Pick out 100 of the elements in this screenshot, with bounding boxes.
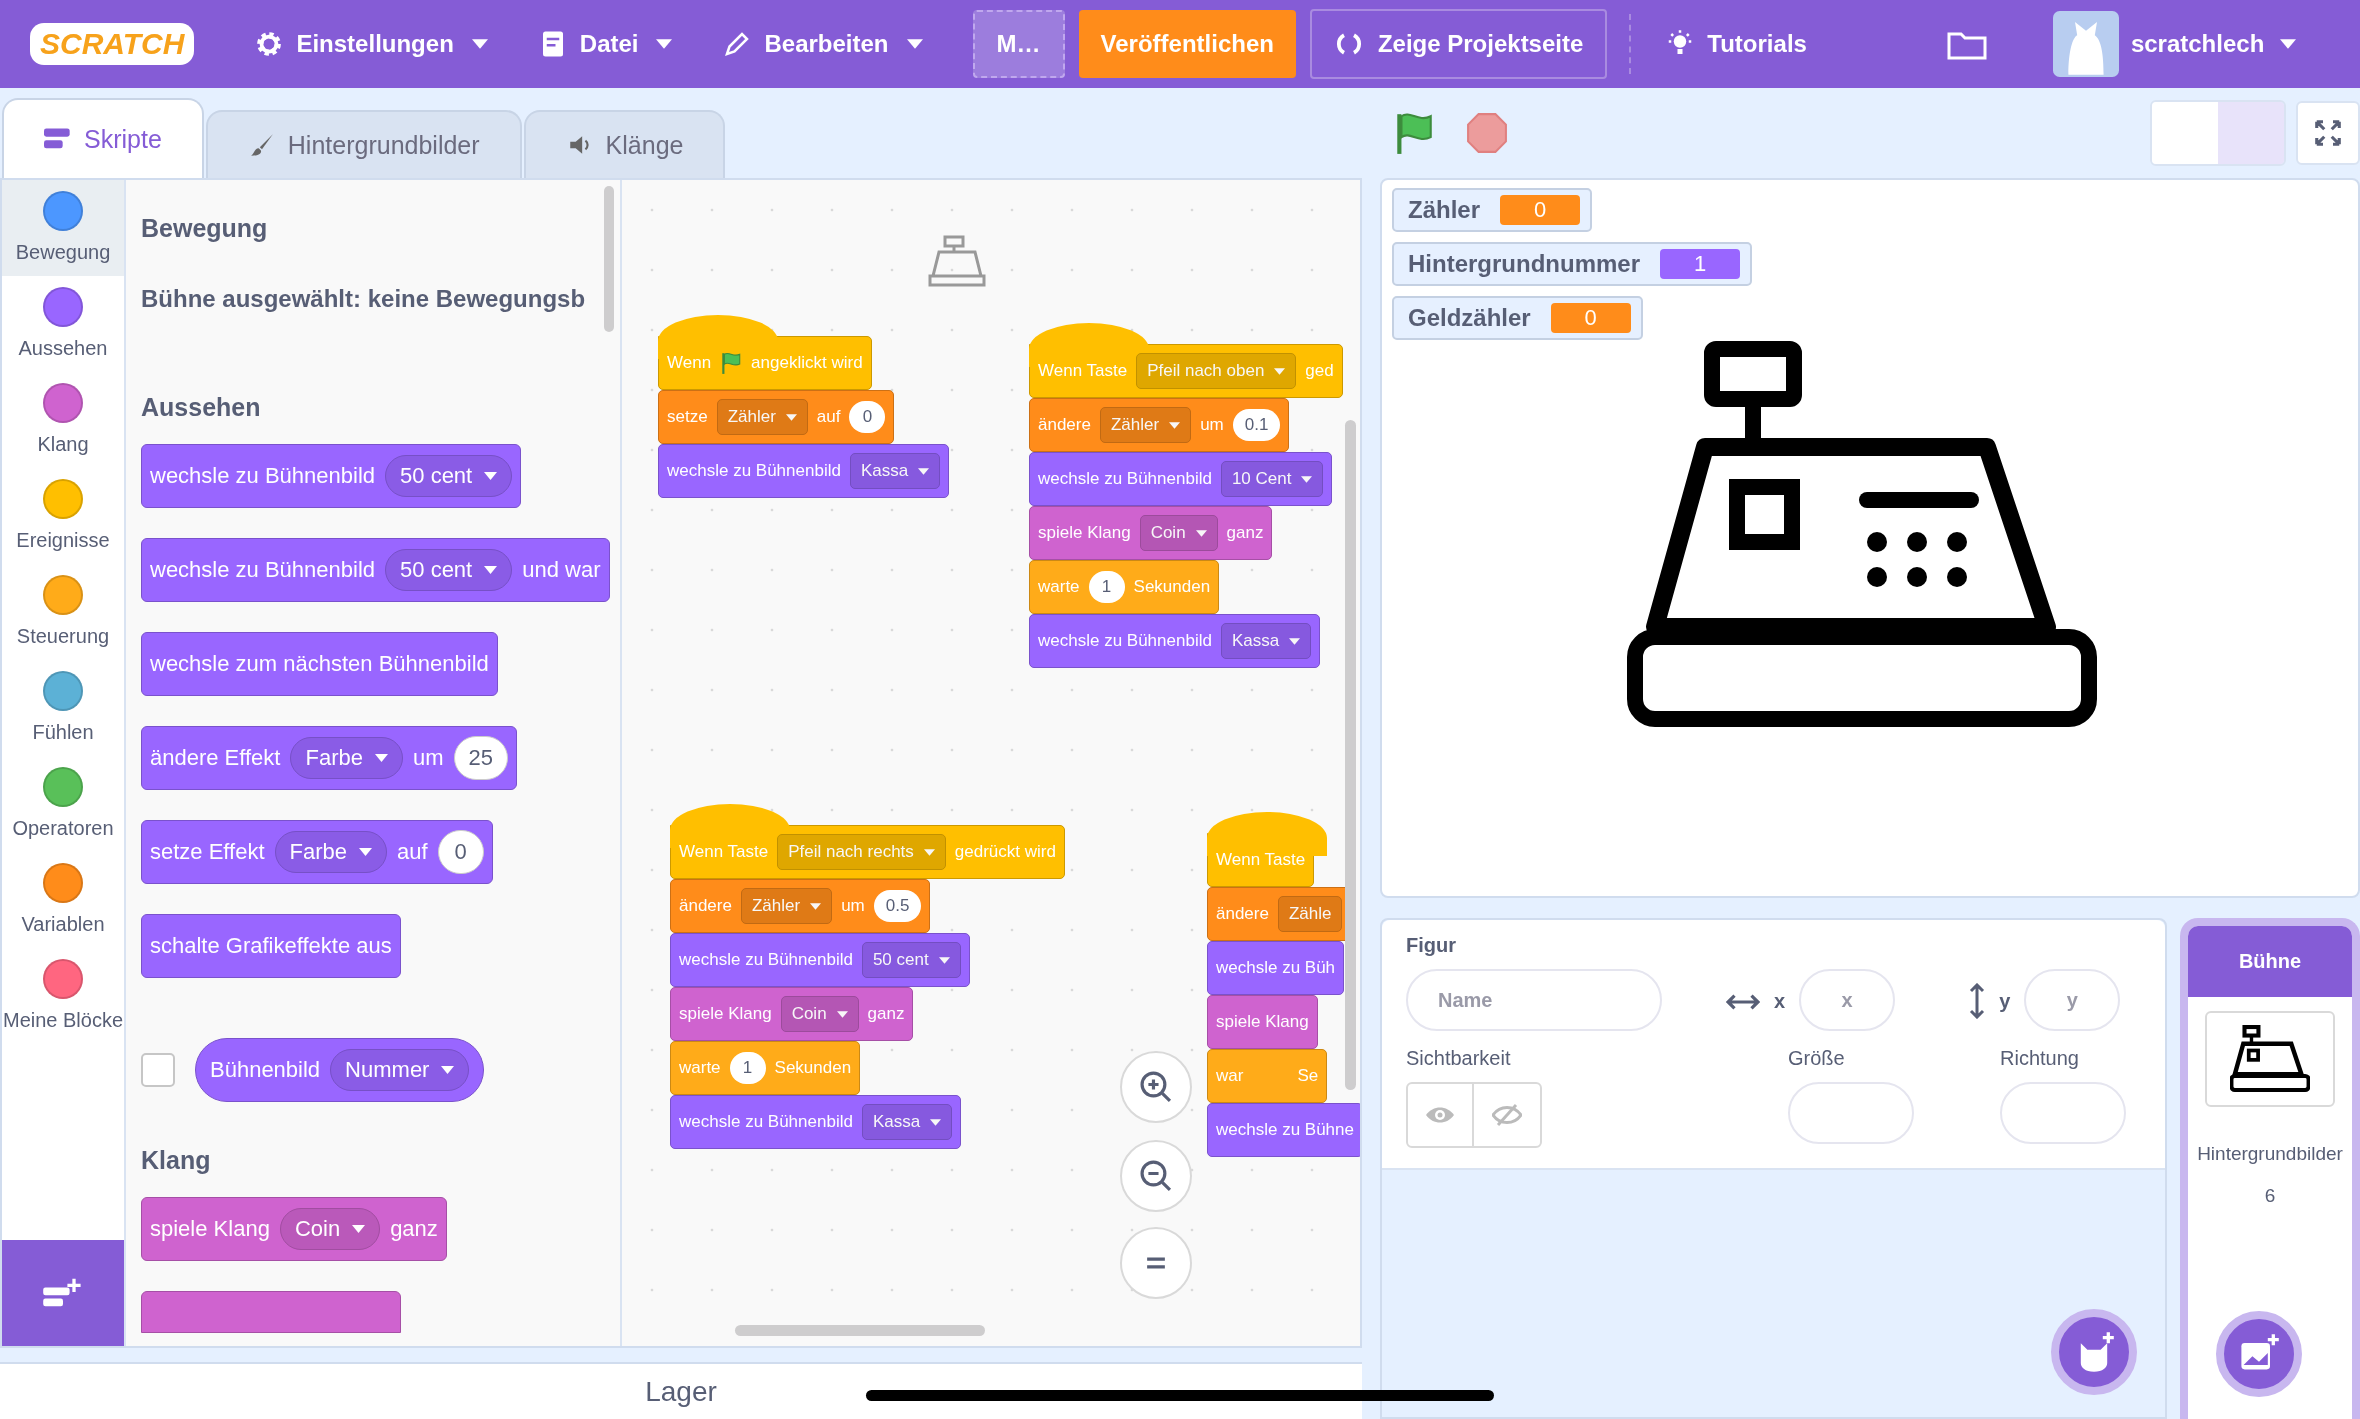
y-field[interactable]: y — [2024, 969, 2121, 1031]
code-block[interactable]: spiele Klang Coin ganz — [670, 987, 914, 1041]
block-dropdown[interactable]: Zähler — [716, 399, 808, 435]
code-block[interactable]: warte 1 Sekunden — [670, 1041, 861, 1095]
tutorials-button[interactable]: Tutorials — [1665, 29, 1807, 59]
avatar-icon[interactable] — [2052, 11, 2119, 77]
category-item[interactable]: Aussehen — [2, 276, 124, 372]
publish-button[interactable]: Veröffentlichen — [1078, 10, 1296, 78]
editor-tab[interactable]: Skripte — [2, 98, 204, 178]
category-item[interactable]: Ereignisse — [2, 468, 124, 564]
code-block[interactable]: wechsle zum nächsten Bühnenbild — [141, 632, 498, 696]
code-block[interactable]: spiele Klang Coin ganz — [1029, 506, 1273, 560]
number-input[interactable]: 1 — [729, 1052, 766, 1084]
checkbox[interactable] — [141, 1053, 175, 1087]
block-label: wechsle zu Bühnenbild — [150, 463, 376, 489]
reporter-block[interactable]: Bühnenbild Nummer — [195, 1038, 485, 1102]
block-label: wechsle zu Bühne — [1216, 1120, 1354, 1140]
block-dropdown[interactable]: 50 cent — [861, 942, 961, 978]
backpack-bar[interactable]: Lager — [0, 1362, 1362, 1419]
number-input[interactable]: 0 — [437, 830, 484, 874]
code-block[interactable]: wechsle zu Bühnenbild Kassa — [658, 444, 950, 498]
menu-item[interactable]: Einstellungen — [254, 29, 488, 59]
code-block[interactable]: setze Effekt Farbe auf 0 — [141, 820, 493, 884]
number-input[interactable]: 0.5 — [873, 890, 922, 922]
block-label: setze — [667, 407, 708, 427]
code-block[interactable]: wechsle zu Bühnenbild Kassa — [670, 1095, 962, 1149]
category-item[interactable]: Steuerung — [2, 564, 124, 660]
block-dropdown[interactable]: Zähler — [1099, 407, 1192, 443]
backdrop-thumbnail[interactable] — [2205, 1011, 2335, 1107]
block-dropdown[interactable]: Farbe — [274, 831, 388, 873]
caret-icon — [352, 1225, 366, 1233]
code-block[interactable]: spiele Klang — [1207, 995, 1318, 1049]
backdrops-count: 6 — [2264, 1185, 2276, 1207]
editor-tab[interactable]: Klänge — [523, 110, 726, 178]
code-block[interactable]: warte 1 Sekunden — [1029, 560, 1220, 614]
stage-pane-header[interactable]: Bühne — [2188, 926, 2352, 997]
caret-icon — [923, 848, 935, 856]
block-dropdown[interactable]: 50 cent — [385, 549, 513, 591]
y-label: y — [1999, 990, 2011, 1013]
number-input[interactable]: 0 — [849, 401, 886, 433]
category-item[interactable]: Meine Blöcke — [2, 948, 124, 1044]
code-block[interactable]: wechsle zu Bühnenbild 50 cent — [670, 933, 970, 987]
scrollbar[interactable] — [604, 186, 614, 332]
block-dropdown[interactable]: Zähler — [740, 888, 833, 924]
code-block[interactable]: ändere Zähler um 0.1 — [1029, 398, 1290, 452]
menu-item[interactable]: Bearbeiten — [722, 29, 923, 59]
block-label: wechsle zu Bühnenbild — [679, 950, 853, 970]
block-dropdown[interactable]: Coin — [1139, 515, 1218, 551]
code-block[interactable]: ändere Effekt Farbe um 25 — [141, 726, 517, 790]
code-block[interactable]: wechsle zu Bühnenbild 50 cent — [141, 444, 522, 508]
block-dropdown[interactable]: Coin — [780, 996, 859, 1032]
number-input[interactable]: 25 — [453, 736, 508, 780]
variable-monitor[interactable]: Zähler 0 — [1392, 188, 1593, 232]
variable-monitor[interactable]: Hintergrundnummer 1 — [1392, 242, 1752, 286]
category-item[interactable]: Bewegung — [2, 180, 124, 276]
block-dropdown[interactable]: Kassa — [1220, 623, 1312, 659]
code-block[interactable]: wechsle zu Bühnenbild Kassa — [1029, 614, 1321, 668]
scrollbar[interactable] — [735, 1325, 985, 1336]
block-dropdown[interactable]: Nummer — [330, 1049, 470, 1091]
category-item[interactable]: Operatoren — [2, 756, 124, 852]
menu-item[interactable]: Datei — [537, 29, 673, 59]
code-block[interactable]: ändere Zähler um 0.5 — [670, 879, 931, 933]
block-dropdown[interactable]: 10 Cent — [1220, 461, 1324, 497]
code-block[interactable]: schalte Grafikeffekte aus — [141, 914, 401, 978]
code-block[interactable]: wechsle zu Bühnenbild 10 Cent — [1029, 452, 1333, 506]
block-label: um — [841, 896, 865, 916]
fullscreen-button[interactable] — [2296, 101, 2360, 165]
project-title-field[interactable]: M… — [972, 10, 1065, 78]
code-block[interactable]: wechsle zu Bühne — [1207, 1103, 1360, 1157]
stop-button[interactable] — [1466, 112, 1508, 154]
code-block[interactable]: wechsle zu Bühnenbild 50 cent und war — [141, 538, 610, 602]
category-item[interactable]: Klang — [2, 372, 124, 468]
code-block[interactable]: spiele Klang Coin ganz — [141, 1197, 447, 1261]
category-item[interactable]: Fühlen — [2, 660, 124, 756]
section-note: Bühne ausgewählt: keine Bewegungsb — [141, 285, 586, 313]
username[interactable]: scratchlech — [2130, 30, 2265, 58]
code-block[interactable]: setze Zähler auf 0 — [658, 390, 895, 444]
monitor-label: Hintergrundnummer — [1408, 250, 1640, 278]
editor-tab[interactable]: Hintergrundbilder — [205, 110, 522, 178]
block-dropdown[interactable]: Kassa — [849, 453, 941, 489]
number-input[interactable]: 1 — [1088, 571, 1125, 603]
add-extension-button[interactable] — [2, 1240, 124, 1346]
caret-icon[interactable] — [2280, 39, 2297, 49]
block-dropdown[interactable]: Farbe — [290, 737, 403, 779]
block-dropdown[interactable]: 50 cent — [385, 455, 513, 497]
block-label: ändere Effekt — [150, 745, 281, 771]
sprite-name-field[interactable]: Name — [1406, 969, 1662, 1031]
block-dropdown[interactable]: Coin — [279, 1208, 381, 1250]
number-input[interactable]: 0.1 — [1232, 409, 1281, 441]
block-dropdown[interactable]: Zähle — [1277, 896, 1343, 932]
x-field[interactable]: x — [1799, 969, 1896, 1031]
variable-monitor[interactable]: Geldzähler 0 — [1392, 296, 1643, 340]
monitor-value: 1 — [1660, 249, 1740, 279]
code-block[interactable]: wechsle zu Büh — [1207, 941, 1345, 995]
scrollbar[interactable] — [1345, 420, 1356, 1090]
block-label: angeklickt wird — [751, 353, 863, 373]
block-label: ändere — [1038, 415, 1091, 435]
category-item[interactable]: Variablen — [2, 852, 124, 948]
project-page-button[interactable]: Zeige Projektseite — [1309, 9, 1608, 79]
block-dropdown[interactable]: Kassa — [861, 1104, 953, 1140]
